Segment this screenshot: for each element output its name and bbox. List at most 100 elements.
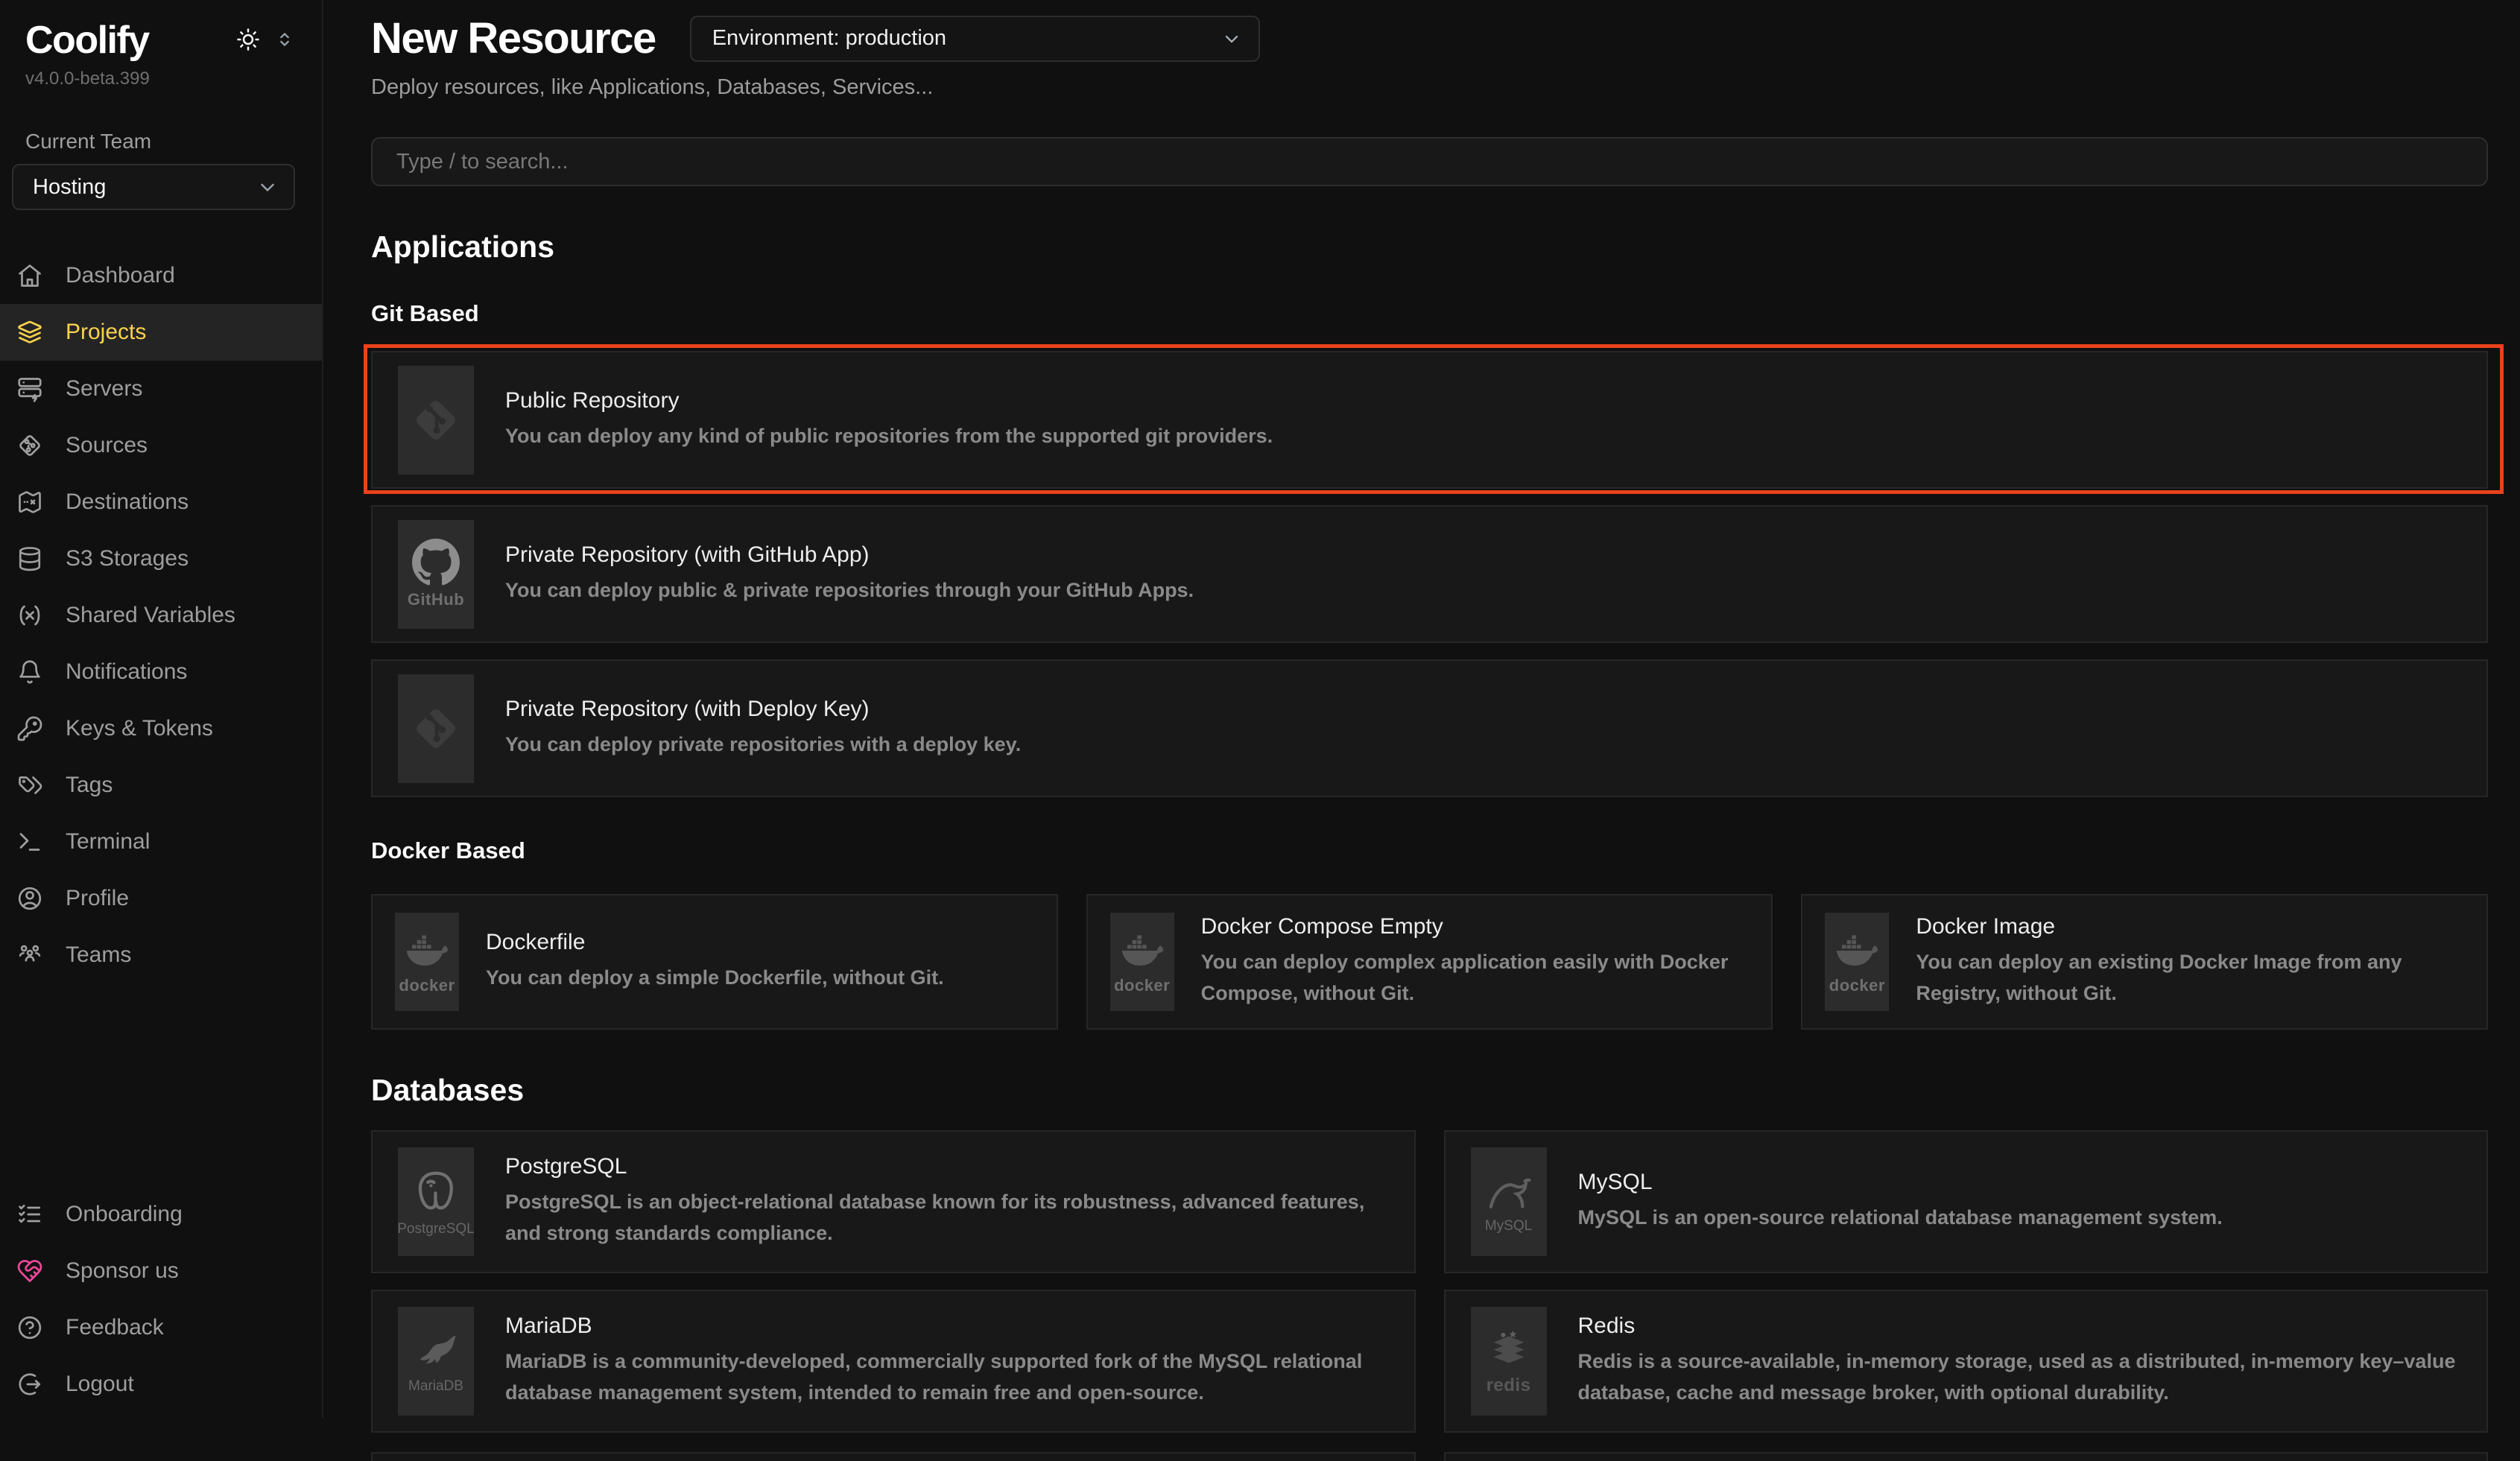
mysql-wordmark: MySQL	[1485, 1218, 1532, 1235]
card-title: PostgreSQL	[505, 1154, 1389, 1179]
sidebar-item-label: Shared Variables	[66, 603, 235, 628]
redis-wordmark: redis	[1487, 1375, 1531, 1396]
sidebar-item-notifications[interactable]: Notifications	[0, 644, 322, 700]
sidebar-item-teams[interactable]: Teams	[0, 927, 322, 983]
sidebar-item-s3-storages[interactable]: S3 Storages	[0, 530, 322, 587]
card-text: PostgreSQL PostgreSQL is an object-relat…	[505, 1154, 1389, 1249]
card-title: MySQL	[1578, 1170, 2223, 1195]
sidebar-item-terminal[interactable]: Terminal	[0, 814, 322, 870]
key-icon	[16, 715, 43, 742]
redis-icon: redis	[1471, 1307, 1547, 1416]
card-description: Redis is a source-available, in-memory s…	[1578, 1346, 2462, 1409]
database-cards: PostgreSQL PostgreSQL PostgreSQL is an o…	[371, 1130, 2488, 1433]
sidebar-item-dashboard[interactable]: Dashboard	[0, 247, 322, 304]
sidebar-item-shared-variables[interactable]: Shared Variables	[0, 587, 322, 644]
user-circle-icon	[16, 885, 43, 912]
databases-heading: Databases	[371, 1073, 2488, 1108]
app-logo: Coolify	[25, 18, 149, 63]
card-private-repository-deploy-key[interactable]: Private Repository (with Deploy Key) You…	[371, 659, 2488, 797]
card-redis[interactable]: redis Redis Redis is a source-available,…	[1444, 1290, 2489, 1433]
list-checks-icon	[16, 1201, 43, 1228]
sidebar-item-label: Projects	[66, 320, 146, 345]
partial-card	[1444, 1452, 2489, 1461]
map-icon	[16, 489, 43, 516]
card-description: You can deploy a simple Dockerfile, with…	[486, 963, 944, 994]
card-title: Dockerfile	[486, 930, 944, 955]
mariadb-icon: MariaDB	[398, 1307, 474, 1416]
docker-based-cards: docker Dockerfile You can deploy a simpl…	[371, 894, 2488, 1030]
mysql-icon: MySQL	[1471, 1147, 1547, 1256]
card-docker-compose-empty[interactable]: docker Docker Compose Empty You can depl…	[1086, 894, 1773, 1030]
card-dockerfile[interactable]: docker Dockerfile You can deploy a simpl…	[371, 894, 1058, 1030]
card-title: Private Repository (with GitHub App)	[505, 542, 1194, 568]
sidebar-item-label: Teams	[66, 942, 131, 968]
tags-icon	[16, 772, 43, 799]
github-icon: GitHub	[398, 520, 474, 629]
card-text: MariaDB MariaDB is a community-developed…	[505, 1313, 1389, 1409]
applications-heading: Applications	[371, 229, 2488, 264]
chevrons-up-down-icon[interactable]	[274, 29, 295, 50]
sidebar-item-feedback[interactable]: Feedback	[0, 1299, 322, 1356]
card-text: Private Repository (with GitHub App) You…	[505, 542, 1194, 606]
sidebar-item-label: Tags	[66, 773, 113, 798]
docker-wordmark: docker	[399, 976, 455, 995]
card-title: Docker Compose Empty	[1201, 914, 1750, 939]
card-description: MariaDB is a community-developed, commer…	[505, 1346, 1389, 1409]
bell-icon	[16, 659, 43, 685]
card-text: Private Repository (with Deploy Key) You…	[505, 697, 1021, 761]
search-input[interactable]	[371, 137, 2488, 186]
sidebar-item-label: Dashboard	[66, 263, 175, 288]
card-private-repository-github-app[interactable]: GitHub Private Repository (with GitHub A…	[371, 505, 2488, 643]
environment-select[interactable]: Environment: production	[690, 16, 1260, 62]
git-source-icon	[16, 432, 43, 459]
layers-icon	[16, 319, 43, 346]
sidebar-item-keys-tokens[interactable]: Keys & Tokens	[0, 700, 322, 757]
sidebar-item-label: Terminal	[66, 829, 150, 855]
app-version: v4.0.0-beta.399	[25, 69, 322, 89]
sidebar-item-label: S3 Storages	[66, 546, 189, 571]
git-based-heading: Git Based	[371, 300, 2488, 327]
sidebar-item-label: Notifications	[66, 659, 187, 685]
sidebar-item-profile[interactable]: Profile	[0, 870, 322, 927]
card-postgresql[interactable]: PostgreSQL PostgreSQL PostgreSQL is an o…	[371, 1130, 1416, 1273]
docker-icon: docker	[1110, 913, 1174, 1011]
docker-icon: docker	[395, 913, 459, 1011]
sidebar-item-onboarding[interactable]: Onboarding	[0, 1186, 322, 1243]
server-icon	[16, 375, 43, 402]
logout-icon	[16, 1371, 43, 1398]
team-select[interactable]: Hosting	[12, 164, 295, 210]
chevron-down-icon	[256, 176, 279, 198]
sun-icon[interactable]	[235, 27, 261, 52]
card-docker-image[interactable]: docker Docker Image You can deploy an ex…	[1801, 894, 2488, 1030]
sidebar-item-label: Profile	[66, 886, 129, 911]
card-title: MariaDB	[505, 1313, 1389, 1339]
users-icon	[16, 942, 43, 969]
sidebar-item-sponsor-us[interactable]: Sponsor us	[0, 1243, 322, 1299]
sidebar-item-sources[interactable]: Sources	[0, 417, 322, 474]
sidebar-item-servers[interactable]: Servers	[0, 361, 322, 417]
postgresql-icon: PostgreSQL	[398, 1147, 474, 1256]
page-title: New Resource	[371, 13, 656, 63]
card-description: PostgreSQL is an object-relational datab…	[505, 1187, 1389, 1249]
environment-select-value: Environment: production	[712, 26, 946, 51]
card-mysql[interactable]: MySQL MySQL MySQL is an open-source rela…	[1444, 1130, 2489, 1273]
card-description: MySQL is an open-source relational datab…	[1578, 1202, 2223, 1234]
card-title: Redis	[1578, 1313, 2462, 1339]
docker-wordmark: docker	[1829, 976, 1885, 995]
sidebar-item-label: Keys & Tokens	[66, 716, 213, 741]
braces-x-icon	[16, 602, 43, 629]
sidebar-item-destinations[interactable]: Destinations	[0, 474, 322, 530]
sidebar-item-label: Sponsor us	[66, 1258, 179, 1284]
current-team-label: Current Team	[25, 130, 322, 153]
card-title: Private Repository (with Deploy Key)	[505, 697, 1021, 722]
sidebar-spacer	[0, 983, 322, 1149]
card-text: Dockerfile You can deploy a simple Docke…	[486, 930, 944, 994]
postgresql-wordmark: PostgreSQL	[398, 1221, 474, 1237]
docker-icon: docker	[1825, 913, 1889, 1011]
partial-card	[371, 1452, 1416, 1461]
sidebar-item-tags[interactable]: Tags	[0, 757, 322, 814]
sidebar-item-logout[interactable]: Logout	[0, 1356, 322, 1413]
card-public-repository[interactable]: Public Repository You can deploy any kin…	[371, 351, 2488, 489]
sidebar-item-projects[interactable]: Projects	[0, 304, 322, 361]
card-mariadb[interactable]: MariaDB MariaDB MariaDB is a community-d…	[371, 1290, 1416, 1433]
